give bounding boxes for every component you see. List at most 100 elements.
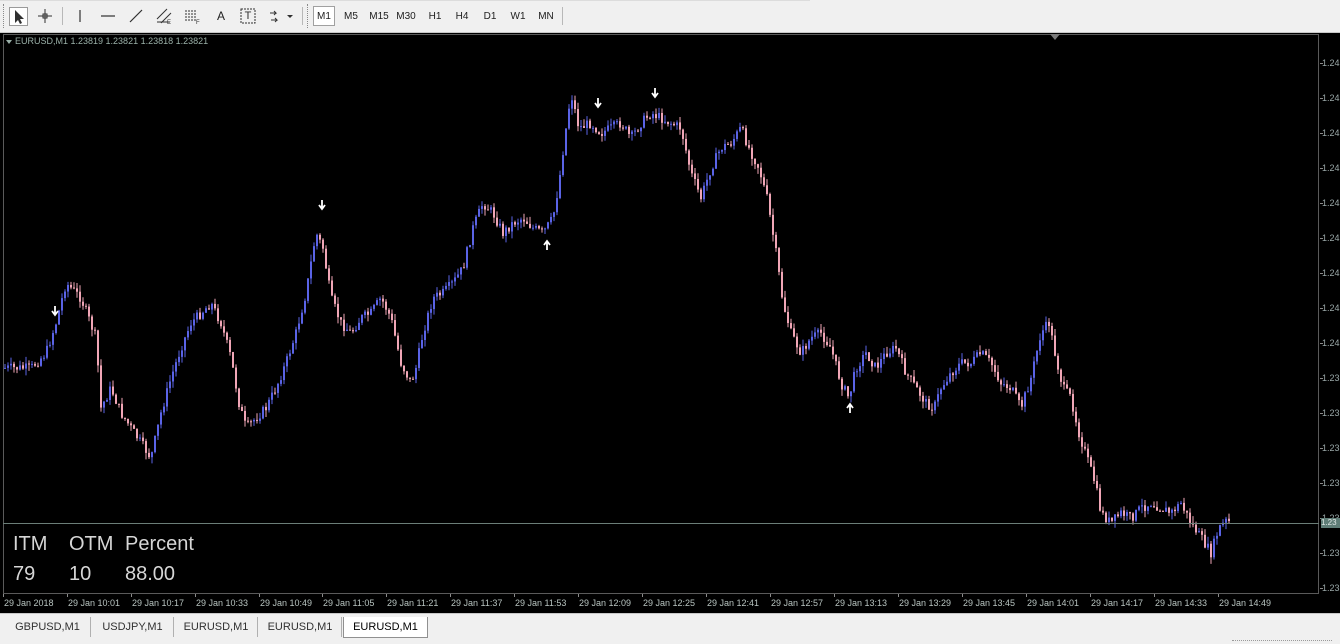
candle-body xyxy=(1006,384,1008,389)
candle-body xyxy=(28,363,30,365)
chart-shift-marker[interactable] xyxy=(1050,34,1060,40)
candle-body xyxy=(925,399,927,402)
candle-body xyxy=(1141,505,1143,507)
chart-tab[interactable]: EURUSD,M1 xyxy=(175,617,258,637)
chart-tab[interactable]: GBPUSD,M1 xyxy=(5,617,91,637)
time-label: 29 Jan 2018 xyxy=(4,598,54,608)
price-label: 1.24 xyxy=(1322,198,1340,208)
candle-body xyxy=(1210,543,1212,558)
timeframe-w1-button[interactable]: W1 xyxy=(507,6,529,26)
candle-body xyxy=(1048,321,1050,326)
stats-header-itm: ITM xyxy=(13,533,48,555)
candle-body xyxy=(286,356,288,367)
chart-tab[interactable]: USDJPY,M1 xyxy=(92,617,174,637)
time-label: 29 Jan 14:49 xyxy=(1219,598,1272,608)
candle-body xyxy=(544,228,546,230)
time-tick xyxy=(322,594,323,597)
text-label-icon[interactable]: T xyxy=(239,7,257,25)
candle-body xyxy=(235,367,237,389)
candle-body xyxy=(406,371,408,378)
candle-body xyxy=(862,355,864,367)
time-tick xyxy=(1090,594,1091,597)
candle-body xyxy=(1180,502,1182,505)
candle-body xyxy=(706,179,708,186)
candle-body xyxy=(16,367,18,370)
terminal-window: E F A T M1 M5 M15 M30 H1 H4 D1 W1 MN EURUSD,M1 1… xyxy=(0,0,1340,644)
time-tick xyxy=(3,594,4,597)
timeframe-h1-button[interactable]: H1 xyxy=(424,6,446,26)
candle-body xyxy=(175,362,177,372)
candle-body xyxy=(1228,518,1230,522)
candle-body xyxy=(577,109,579,127)
time-tick xyxy=(195,594,196,597)
timeframe-m5-button[interactable]: M5 xyxy=(340,6,362,26)
candle-body xyxy=(802,346,804,355)
price-axis[interactable]: 1.24 1.24 1.24 1.24 1.24 1.24 1.24 1.24 1.24 1.23… xyxy=(1320,33,1340,593)
candle-body xyxy=(265,406,267,411)
candle-body xyxy=(160,412,162,425)
candle-body xyxy=(994,365,996,372)
crosshair-icon[interactable] xyxy=(36,7,54,25)
chart-tab[interactable]: EURUSD,M1 xyxy=(343,617,428,638)
candle-body xyxy=(1105,512,1107,523)
candle-body xyxy=(289,353,291,357)
toolbar: E F A T M1 M5 M15 M30 H1 H4 D1 W1 MN xyxy=(0,0,1340,33)
candle-body xyxy=(766,185,768,195)
candle-body xyxy=(301,312,303,324)
candle-body xyxy=(937,394,939,402)
candle-body xyxy=(1186,510,1188,513)
horizontal-line-icon[interactable] xyxy=(99,7,117,25)
timeframe-h4-button[interactable]: H4 xyxy=(451,6,473,26)
fibonacci-icon[interactable]: F xyxy=(183,7,201,25)
candle-body xyxy=(664,121,666,123)
candle-body xyxy=(7,365,9,368)
arrows-dropdown-icon[interactable] xyxy=(267,7,295,25)
vertical-line-icon[interactable] xyxy=(71,7,89,25)
candle-body xyxy=(493,207,495,218)
equidistant-channel-icon[interactable]: E xyxy=(155,7,173,25)
candle-body xyxy=(991,357,993,366)
candle-body xyxy=(931,409,933,411)
candle-body xyxy=(454,277,456,282)
time-label: 29 Jan 11:37 xyxy=(451,598,503,608)
chart-tab[interactable]: EURUSD,M1 xyxy=(259,617,342,637)
candle-body xyxy=(775,234,777,249)
price-label: 1.23 xyxy=(1322,443,1340,453)
candle-body xyxy=(496,217,498,226)
candle-body xyxy=(1081,437,1083,447)
price-chart[interactable]: EURUSD,M1 1.23819 1.23821 1.23818 1.2382… xyxy=(0,33,1340,613)
candle-body xyxy=(970,363,972,367)
text-icon[interactable]: A xyxy=(212,6,230,26)
candle-body xyxy=(697,178,699,190)
bid-price-badge: 1.23 xyxy=(1321,518,1340,528)
candle-body xyxy=(334,295,336,304)
timeframe-d1-button[interactable]: D1 xyxy=(479,6,501,26)
candle-body xyxy=(799,347,801,355)
candle-body xyxy=(1027,391,1029,393)
cursor-icon[interactable] xyxy=(9,7,28,26)
trendline-icon[interactable] xyxy=(127,7,145,25)
time-axis[interactable]: 29 Jan 2018 29 Jan 10:01 29 Jan 10:17 29 Ja… xyxy=(0,594,1320,613)
candle-body xyxy=(826,341,828,346)
price-label: 1.23 xyxy=(1322,408,1340,418)
candle-body xyxy=(178,356,180,363)
candle-body xyxy=(418,348,420,368)
timeframe-mn-button[interactable]: MN xyxy=(535,6,557,26)
timeframe-m15-button[interactable]: M15 xyxy=(367,6,391,26)
candle-body xyxy=(829,345,831,347)
candle-body xyxy=(571,100,573,109)
candle-body xyxy=(634,130,636,132)
collapse-triangle-icon[interactable] xyxy=(6,39,12,44)
buy-signal-arrow-icon xyxy=(846,402,854,413)
timeframe-m1-button[interactable]: M1 xyxy=(313,6,335,26)
candle-body xyxy=(232,352,234,368)
timeframe-m30-button[interactable]: M30 xyxy=(394,6,418,26)
candle-body xyxy=(511,222,513,232)
toolbar-grip[interactable] xyxy=(3,4,7,28)
tabs-scroll-grip[interactable] xyxy=(1232,640,1332,644)
toolbar-grip[interactable] xyxy=(307,4,311,28)
candle-body xyxy=(820,329,822,333)
candle-body xyxy=(283,366,285,381)
candle-body xyxy=(211,303,213,310)
candle-body xyxy=(1147,506,1149,511)
